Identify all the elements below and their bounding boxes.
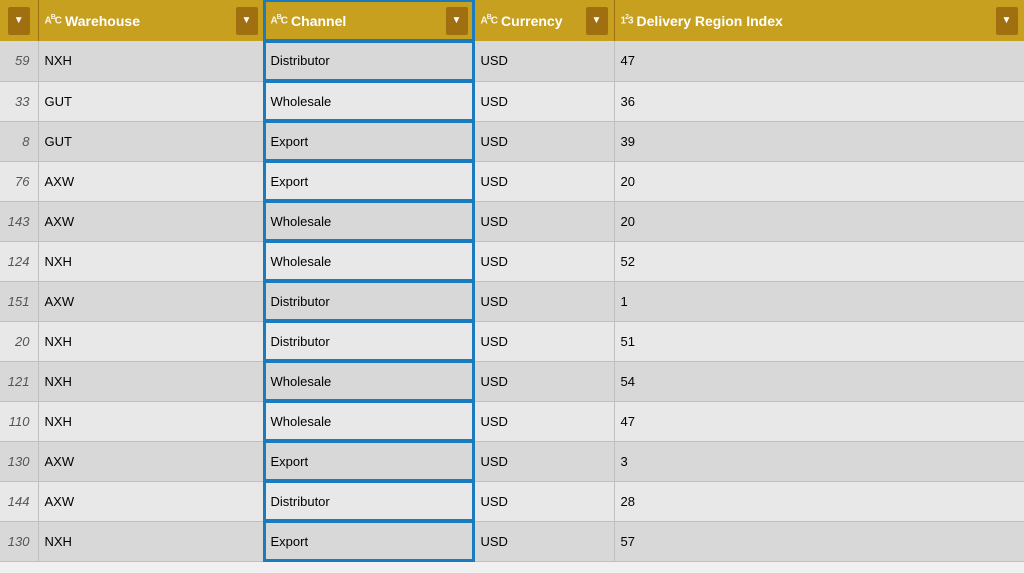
channel-text-icon: ABC (271, 14, 288, 26)
row-currency: USD (474, 161, 614, 201)
channel-header: ABC Channel (264, 0, 474, 41)
table-row: 121NXHWholesaleUSD54 (0, 361, 1024, 401)
currency-text-icon: ABC (481, 14, 498, 26)
row-index: 143 (0, 201, 38, 241)
index-header (0, 0, 38, 41)
delivery-header: 123 Delivery Region Index (614, 0, 1024, 41)
delivery-sort-dropdown[interactable] (996, 7, 1018, 35)
row-warehouse: NXH (38, 321, 264, 361)
table-row: 151AXWDistributorUSD1 (0, 281, 1024, 321)
row-warehouse: GUT (38, 121, 264, 161)
table-row: 76AXWExportUSD20 (0, 161, 1024, 201)
row-index: 20 (0, 321, 38, 361)
row-warehouse: AXW (38, 441, 264, 481)
table-row: 33GUTWholesaleUSD36 (0, 81, 1024, 121)
row-delivery: 39 (614, 121, 1024, 161)
row-channel: Export (264, 161, 474, 201)
row-channel: Export (264, 521, 474, 561)
row-warehouse: NXH (38, 401, 264, 441)
row-index: 130 (0, 521, 38, 561)
row-index: 121 (0, 361, 38, 401)
row-warehouse: NXH (38, 521, 264, 561)
row-currency: USD (474, 121, 614, 161)
row-delivery: 52 (614, 241, 1024, 281)
warehouse-header: ABC Warehouse (38, 0, 264, 41)
row-index: 33 (0, 81, 38, 121)
row-warehouse: AXW (38, 161, 264, 201)
row-index: 151 (0, 281, 38, 321)
row-delivery: 1 (614, 281, 1024, 321)
index-sort-dropdown[interactable] (8, 7, 30, 35)
row-warehouse: AXW (38, 281, 264, 321)
table-row: 143AXWWholesaleUSD20 (0, 201, 1024, 241)
delivery-header-label: Delivery Region Index (637, 13, 992, 29)
delivery-text-icon: 123 (621, 14, 633, 26)
row-channel: Wholesale (264, 401, 474, 441)
row-delivery: 47 (614, 41, 1024, 81)
table-row: 8GUTExportUSD39 (0, 121, 1024, 161)
row-currency: USD (474, 241, 614, 281)
row-currency: USD (474, 481, 614, 521)
row-warehouse: NXH (38, 41, 264, 81)
row-delivery: 3 (614, 441, 1024, 481)
row-warehouse: NXH (38, 361, 264, 401)
currency-header: ABC Currency (474, 0, 614, 41)
row-index: 130 (0, 441, 38, 481)
warehouse-header-label: Warehouse (65, 13, 231, 29)
table-row: 144AXWDistributorUSD28 (0, 481, 1024, 521)
row-currency: USD (474, 441, 614, 481)
row-currency: USD (474, 41, 614, 81)
row-currency: USD (474, 401, 614, 441)
row-channel: Distributor (264, 321, 474, 361)
table-row: 124NXHWholesaleUSD52 (0, 241, 1024, 281)
row-delivery: 47 (614, 401, 1024, 441)
row-delivery: 20 (614, 201, 1024, 241)
row-delivery: 54 (614, 361, 1024, 401)
table-row: 110NXHWholesaleUSD47 (0, 401, 1024, 441)
row-currency: USD (474, 281, 614, 321)
row-delivery: 51 (614, 321, 1024, 361)
channel-sort-dropdown[interactable] (446, 7, 468, 35)
row-channel: Wholesale (264, 201, 474, 241)
warehouse-sort-dropdown[interactable] (236, 7, 258, 35)
row-channel: Wholesale (264, 81, 474, 121)
row-index: 110 (0, 401, 38, 441)
row-channel: Wholesale (264, 361, 474, 401)
table-row: 130AXWExportUSD3 (0, 441, 1024, 481)
row-warehouse: AXW (38, 481, 264, 521)
table-row: 130NXHExportUSD57 (0, 521, 1024, 561)
channel-header-label: Channel (291, 13, 441, 29)
row-delivery: 28 (614, 481, 1024, 521)
row-index: 144 (0, 481, 38, 521)
row-channel: Distributor (264, 41, 474, 81)
row-currency: USD (474, 361, 614, 401)
row-index: 124 (0, 241, 38, 281)
table-row: 59NXHDistributorUSD47 (0, 41, 1024, 81)
row-delivery: 20 (614, 161, 1024, 201)
row-index: 59 (0, 41, 38, 81)
row-currency: USD (474, 201, 614, 241)
row-currency: USD (474, 321, 614, 361)
row-channel: Distributor (264, 281, 474, 321)
row-currency: USD (474, 521, 614, 561)
row-delivery: 57 (614, 521, 1024, 561)
row-index: 76 (0, 161, 38, 201)
row-warehouse: AXW (38, 201, 264, 241)
warehouse-text-icon: ABC (45, 14, 62, 26)
currency-sort-dropdown[interactable] (586, 7, 608, 35)
data-table: ABC Warehouse ABC Channel ABC Curr (0, 0, 1024, 573)
row-delivery: 36 (614, 81, 1024, 121)
row-index: 8 (0, 121, 38, 161)
table-row: 20NXHDistributorUSD51 (0, 321, 1024, 361)
row-warehouse: GUT (38, 81, 264, 121)
row-channel: Export (264, 441, 474, 481)
currency-header-label: Currency (501, 13, 581, 29)
row-warehouse: NXH (38, 241, 264, 281)
row-currency: USD (474, 81, 614, 121)
row-channel: Export (264, 121, 474, 161)
row-channel: Distributor (264, 481, 474, 521)
row-channel: Wholesale (264, 241, 474, 281)
